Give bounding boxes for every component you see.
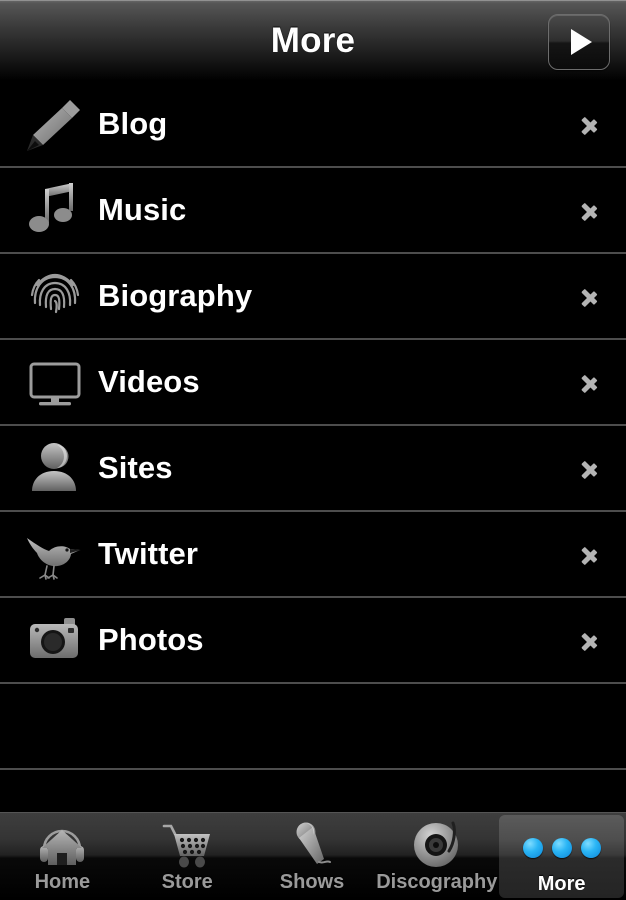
list-item-label: Music [98, 192, 187, 227]
chevron-right-icon [581, 281, 598, 311]
camera-icon [16, 609, 94, 671]
dot-2 [551, 838, 572, 858]
chevron-right-icon [581, 195, 598, 225]
chevron-right-icon [581, 109, 598, 139]
list-item-label: Twitter [98, 536, 199, 571]
list-item-empty [0, 684, 626, 770]
navigation-bar: More [0, 0, 626, 82]
list-item-sites[interactable]: Sites [0, 426, 626, 512]
tab-discography[interactable]: Discography [374, 813, 499, 900]
tab-label: Home [34, 871, 91, 893]
app-root: More Blog Music Biography Videos Sites T… [0, 0, 626, 900]
microphone-icon [284, 819, 340, 873]
tab-label: More [537, 873, 586, 895]
dot-3 [580, 838, 601, 858]
pencil-icon [16, 93, 94, 155]
shopping-cart-icon [159, 819, 215, 873]
fingerprint-icon [16, 265, 94, 327]
page-title: More [270, 20, 356, 60]
empty-icon-slot [16, 695, 94, 757]
dot-1 [522, 838, 543, 858]
person-icon [16, 437, 94, 499]
vinyl-record-icon [409, 819, 465, 873]
tab-label: Store [161, 871, 213, 893]
tab-more[interactable]: More [499, 815, 624, 898]
chevron-right-icon [581, 453, 598, 483]
bird-icon [16, 523, 94, 585]
three-dots-icon [522, 821, 601, 875]
house-headphones-icon [34, 819, 90, 873]
list-item-videos[interactable]: Videos [0, 340, 626, 426]
list-item-label: Biography [98, 278, 253, 313]
play-button[interactable] [548, 14, 610, 70]
tab-home[interactable]: Home [0, 813, 125, 900]
list-item-label: Videos [98, 364, 200, 399]
list-item-biography[interactable]: Biography [0, 254, 626, 340]
music-note-icon [16, 179, 94, 241]
dots-group [522, 838, 601, 858]
tab-label: Discography [376, 871, 498, 893]
play-icon [571, 29, 592, 55]
list-item-photos[interactable]: Photos [0, 598, 626, 684]
list-item-music[interactable]: Music [0, 168, 626, 254]
list-item-twitter[interactable]: Twitter [0, 512, 626, 598]
chevron-right-icon [581, 625, 598, 655]
list-item-label: Photos [98, 622, 204, 657]
chevron-right-icon [581, 367, 598, 397]
list-item-label: Sites [98, 450, 173, 485]
tab-shows[interactable]: Shows [250, 813, 375, 900]
list-item-blog[interactable]: Blog [0, 82, 626, 168]
tab-store[interactable]: Store [125, 813, 250, 900]
tab-bar: Home Store Shows Discography More [0, 812, 626, 900]
list-item-label: Blog [98, 106, 168, 141]
chevron-right-icon [581, 539, 598, 569]
tab-label: Shows [279, 871, 345, 893]
monitor-icon [16, 351, 94, 413]
more-menu-list: Blog Music Biography Videos Sites Twitte… [0, 82, 626, 812]
